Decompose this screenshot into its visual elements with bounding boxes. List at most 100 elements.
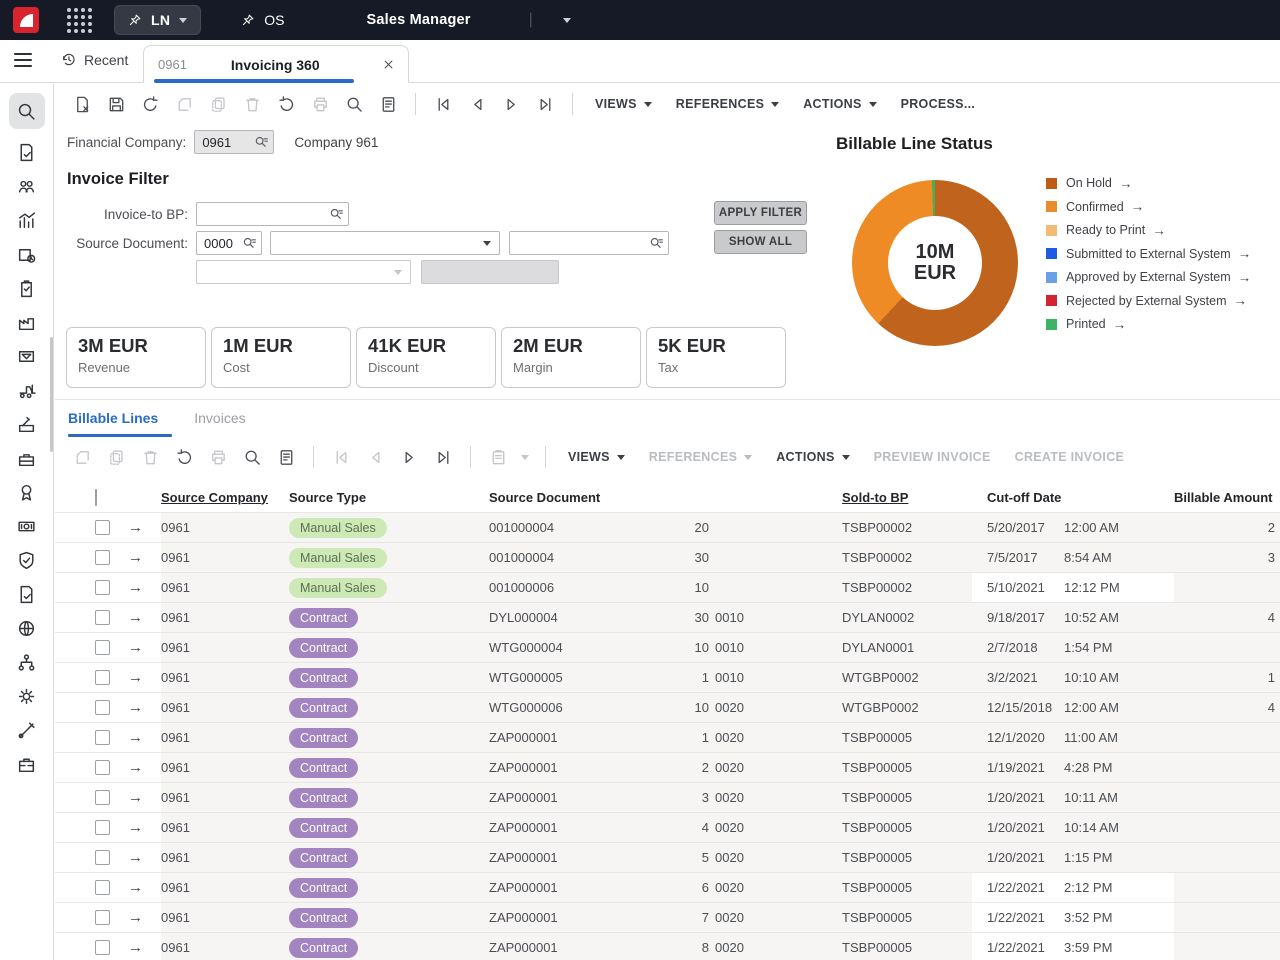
financial-company-input[interactable]: 0961 [194, 130, 274, 154]
refresh-lines-button[interactable] [167, 444, 201, 470]
drill-arrow-icon[interactable]: → [125, 549, 143, 566]
pinned-app-os[interactable]: OS [241, 12, 284, 28]
menu-process[interactable]: PROCESS... [901, 97, 976, 111]
row-checkbox[interactable] [95, 730, 110, 745]
lookup-icon[interactable] [242, 236, 261, 251]
sidebar-item-sales-invoicing[interactable] [9, 141, 45, 163]
row-checkbox[interactable] [95, 760, 110, 775]
legend-item[interactable]: Confirmed→ [1046, 200, 1251, 215]
column-sold-to-bp[interactable]: Sold-to BP [842, 490, 972, 505]
previous-record-button[interactable] [460, 91, 494, 117]
lookup-icon[interactable] [649, 236, 668, 251]
legend-item[interactable]: Rejected by External System→ [1046, 294, 1251, 309]
sidebar-item-compliance[interactable] [9, 549, 45, 571]
select-all-checkbox[interactable] [95, 489, 97, 506]
next-line-button[interactable] [392, 444, 426, 470]
first-record-button[interactable] [426, 91, 460, 117]
save-button[interactable] [99, 91, 133, 117]
refresh-button[interactable] [269, 91, 303, 117]
row-checkbox[interactable] [95, 670, 110, 685]
legend-drill-arrow-icon[interactable]: → [1238, 246, 1252, 261]
legend-drill-arrow-icon[interactable]: → [1152, 223, 1166, 238]
revert-button[interactable] [133, 91, 167, 117]
legend-drill-arrow-icon[interactable]: → [1119, 176, 1133, 191]
menu-references[interactable]: REFERENCES [676, 97, 779, 111]
lookup-icon[interactable] [329, 207, 348, 222]
row-checkbox[interactable] [95, 820, 110, 835]
legend-item[interactable]: Submitted to External System→ [1046, 247, 1251, 262]
sidebar-item-manufacturing[interactable] [9, 311, 45, 333]
legend-item[interactable]: Printed→ [1046, 317, 1251, 332]
table-row[interactable]: →0961ContractWTG000006100020WTGBP000212/… [55, 693, 1280, 723]
table-row[interactable]: →0961ContractWTG00000510010WTGBP00023/2/… [55, 663, 1280, 693]
legend-item[interactable]: Ready to Print→ [1046, 223, 1251, 238]
legend-item[interactable]: On Hold→ [1046, 176, 1251, 191]
kpi-card-discount[interactable]: 41K EURDiscount [356, 327, 496, 388]
menu-hamburger-icon[interactable] [14, 53, 32, 67]
column-source-type[interactable]: Source Type [271, 490, 461, 505]
drill-arrow-icon[interactable]: → [125, 519, 143, 536]
search-lines-button[interactable] [235, 444, 269, 470]
table-row[interactable]: →0961ContractWTG000004100010DYLAN00012/7… [55, 633, 1280, 663]
row-checkbox[interactable] [95, 910, 110, 925]
sidebar-item-enterprise-modeling[interactable] [9, 651, 45, 673]
recent-button[interactable]: Recent [60, 51, 128, 68]
kpi-card-margin[interactable]: 2M EURMargin [501, 327, 641, 388]
table-row[interactable]: →0961Manual Sales00100000430TSBP000027/5… [55, 543, 1280, 573]
row-checkbox[interactable] [95, 700, 110, 715]
last-record-button[interactable] [528, 91, 562, 117]
drill-arrow-icon[interactable]: → [125, 759, 143, 776]
drill-arrow-icon[interactable]: → [125, 879, 143, 896]
sidebar-item-tools[interactable] [9, 719, 45, 741]
tab-invoices[interactable]: Invoices [194, 410, 245, 438]
sidebar-item-projects[interactable] [9, 753, 45, 775]
lookup-icon[interactable] [254, 135, 273, 150]
sidebar-item-configuration[interactable] [9, 685, 45, 707]
drill-arrow-icon[interactable]: → [125, 849, 143, 866]
sidebar-item-global-trade[interactable] [9, 617, 45, 639]
apply-filter-button[interactable]: APPLY FILTER [714, 201, 807, 225]
sidebar-item-search[interactable] [9, 93, 45, 129]
sidebar-item-order-intake[interactable] [9, 277, 45, 299]
column-cut-off-date[interactable]: Cut-off Date [972, 490, 1064, 505]
table-row[interactable]: →0961ContractZAP00000120020TSBP000051/19… [55, 753, 1280, 783]
source-document-company-input[interactable]: 0000 [196, 231, 262, 255]
drill-arrow-icon[interactable]: → [125, 699, 143, 716]
row-checkbox[interactable] [95, 940, 110, 955]
row-checkbox[interactable] [95, 580, 110, 595]
table-row[interactable]: →0961ContractZAP00000110020TSBP0000512/1… [55, 723, 1280, 753]
sidebar-item-service[interactable] [9, 447, 45, 469]
table-row[interactable]: →0961Manual Sales00100000610TSBP000025/1… [55, 573, 1280, 603]
column-source-company[interactable]: Source Company [161, 490, 271, 505]
notes-lines-button[interactable] [269, 444, 303, 470]
infor-logo[interactable] [13, 7, 39, 33]
row-checkbox[interactable] [95, 850, 110, 865]
topbar-chevron-down-icon[interactable] [563, 18, 571, 23]
tab-invoicing-360[interactable]: 0961 Invoicing 360 [143, 45, 409, 83]
sidebar-item-planned-activities[interactable] [9, 243, 45, 265]
legend-drill-arrow-icon[interactable]: → [1131, 199, 1145, 214]
table-row[interactable]: →0961ContractZAP00000160020TSBP000051/22… [55, 873, 1280, 903]
source-document-number-input[interactable] [509, 231, 669, 255]
sidebar-item-sales-analytics[interactable] [9, 209, 45, 231]
tab-close-icon[interactable] [381, 57, 396, 72]
source-document-type-select[interactable] [270, 231, 500, 255]
invoice-to-bp-input[interactable] [196, 202, 349, 226]
table-row[interactable]: →0961ContractZAP00000170020TSBP000051/22… [55, 903, 1280, 933]
menu-views[interactable]: VIEWS [568, 450, 625, 464]
column-source-document[interactable]: Source Document [461, 490, 651, 505]
kpi-card-cost[interactable]: 1M EURCost [211, 327, 351, 388]
drill-arrow-icon[interactable]: → [125, 609, 143, 626]
row-checkbox[interactable] [95, 880, 110, 895]
drill-arrow-icon[interactable]: → [125, 939, 143, 956]
table-row[interactable]: →0961ContractZAP00000150020TSBP000051/20… [55, 843, 1280, 873]
legend-drill-arrow-icon[interactable]: → [1113, 317, 1127, 332]
table-row[interactable]: →0961ContractZAP00000180020TSBP000051/22… [55, 933, 1280, 960]
drill-arrow-icon[interactable]: → [125, 729, 143, 746]
kpi-card-tax[interactable]: 5K EURTax [646, 327, 786, 388]
table-row[interactable]: →0961ContractZAP00000140020TSBP000051/20… [55, 813, 1280, 843]
sidebar-item-financials[interactable] [9, 515, 45, 537]
legend-item[interactable]: Approved by External System→ [1046, 270, 1251, 285]
last-line-button[interactable] [426, 444, 460, 470]
workspace-switcher[interactable]: LN [114, 5, 201, 35]
